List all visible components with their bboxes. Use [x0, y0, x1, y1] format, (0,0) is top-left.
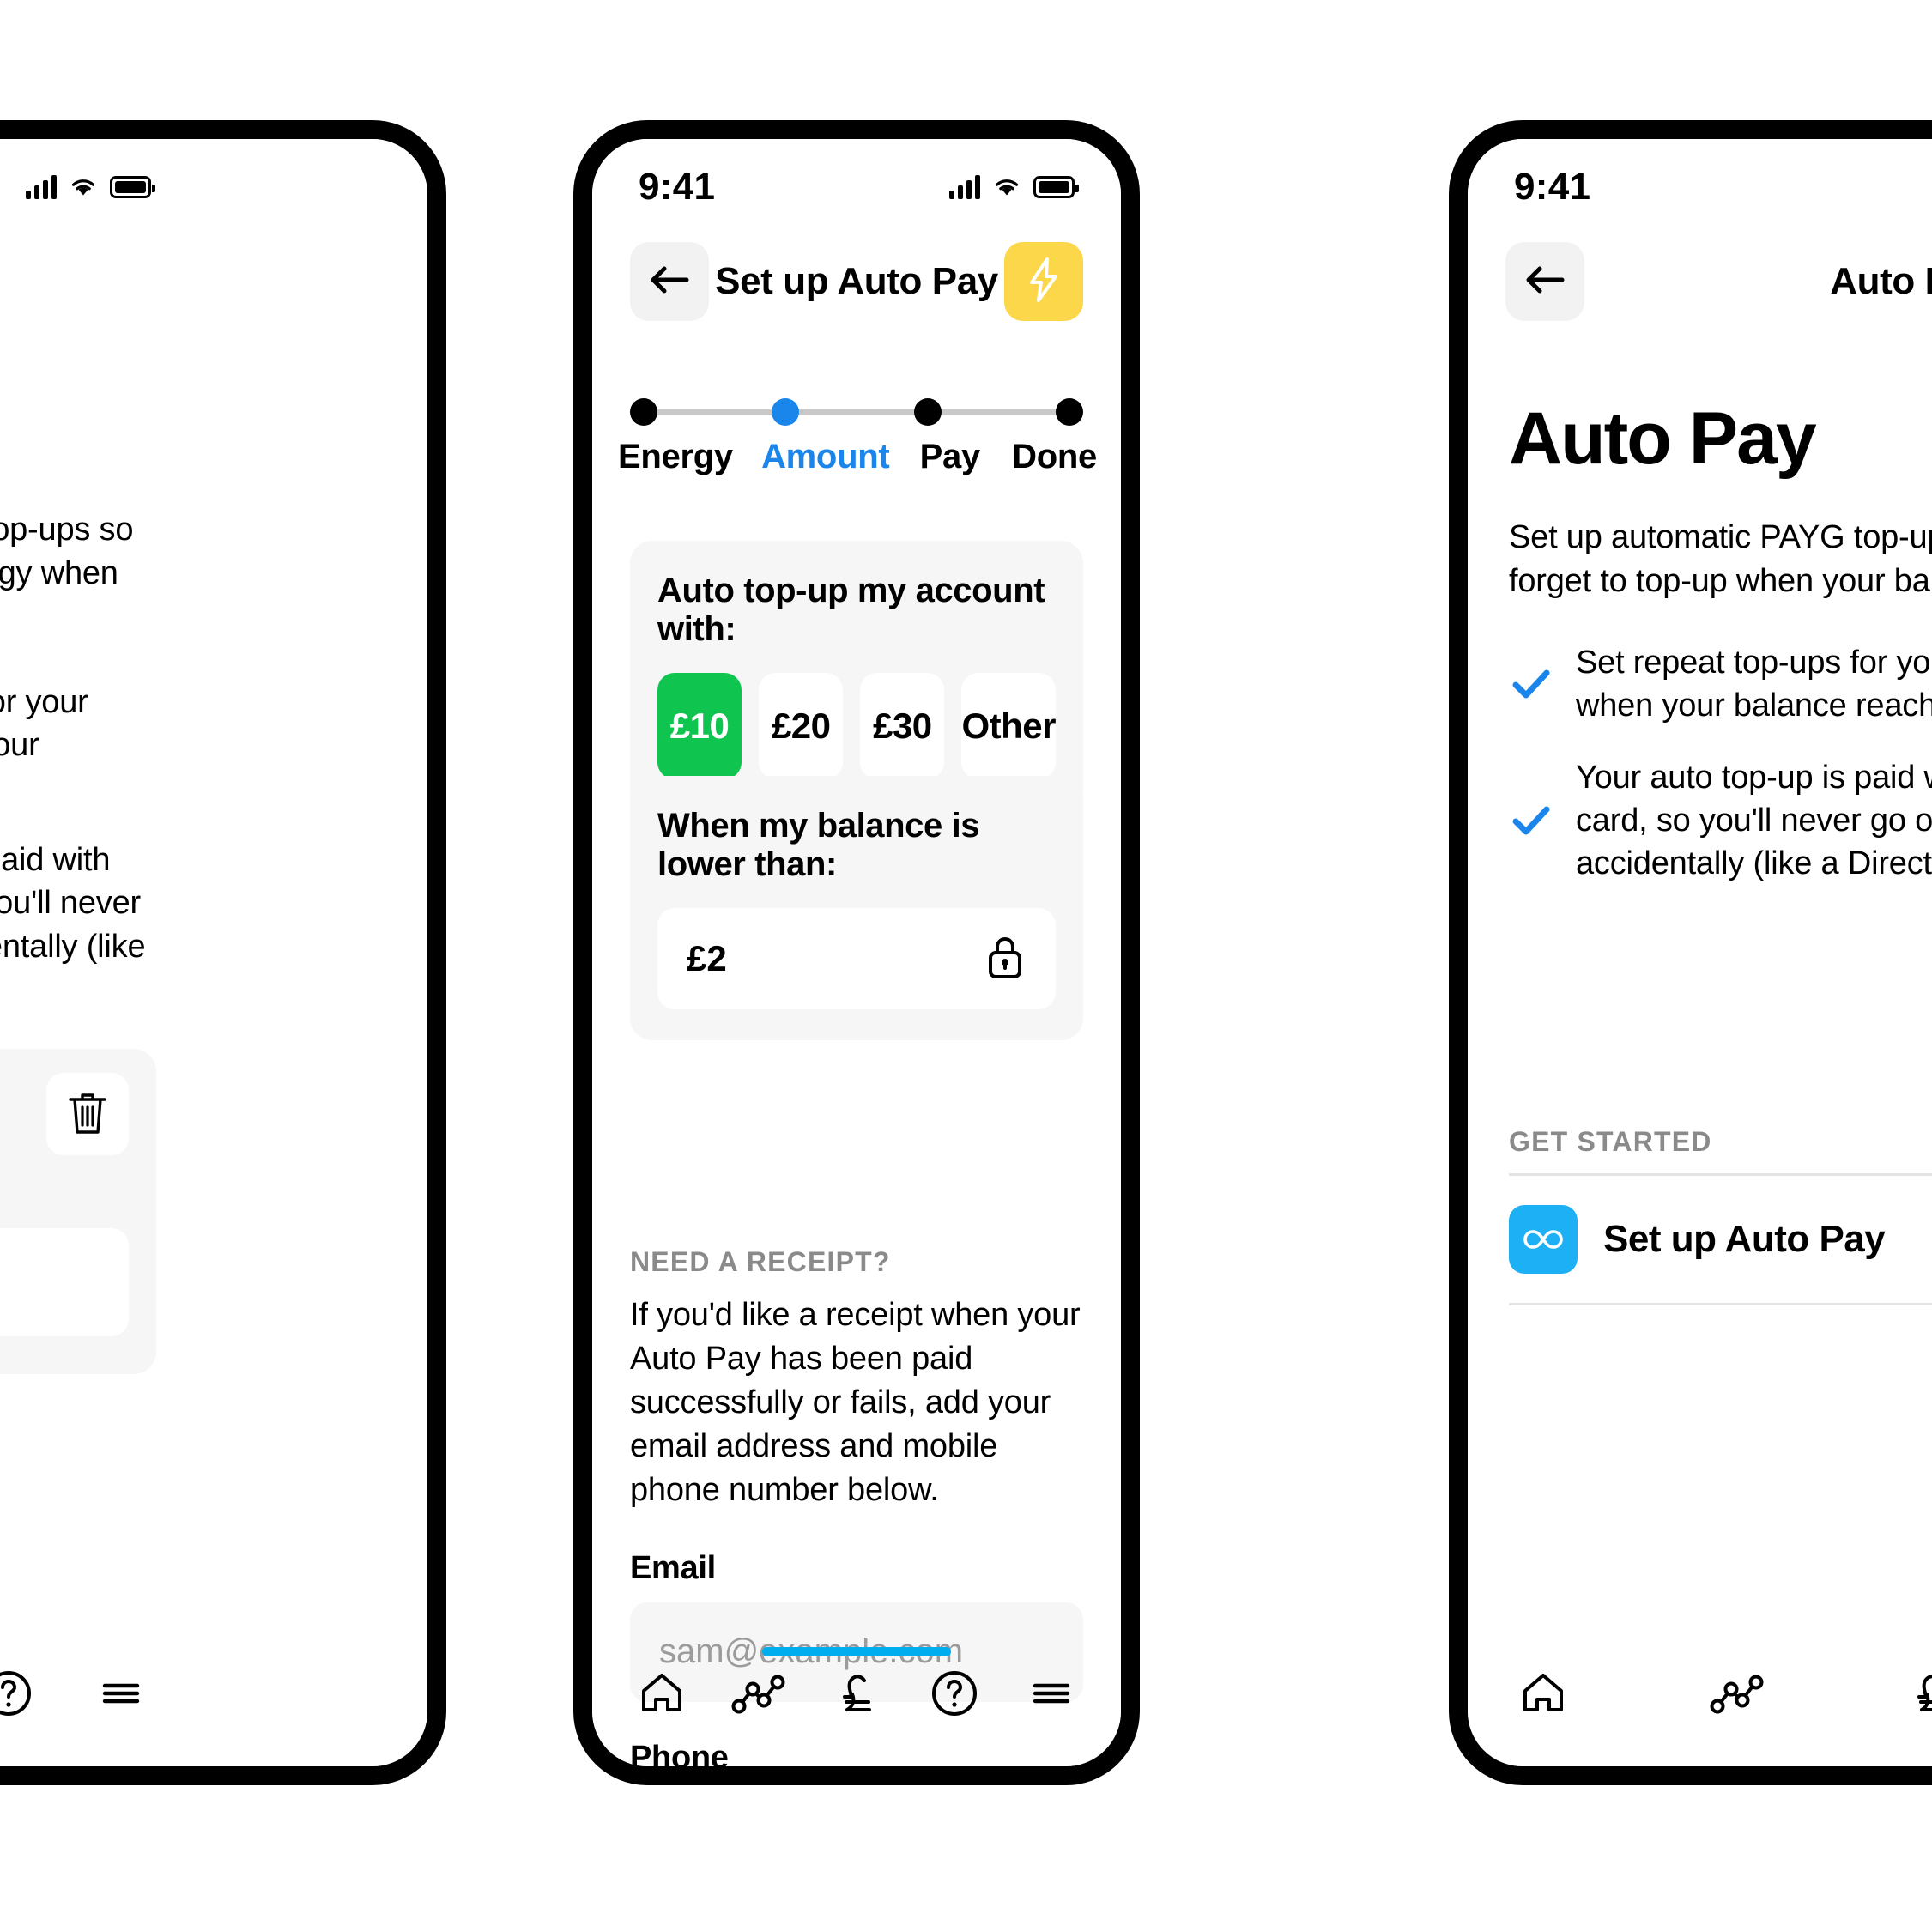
boost-button[interactable]	[1004, 242, 1083, 321]
phone-left: Auto Pay Set up automatic PAYG top-ups s…	[0, 120, 446, 1785]
tab-usage[interactable]	[718, 1652, 800, 1735]
middle-page-title: Set up Auto Pay	[715, 260, 998, 302]
check-icon	[1509, 798, 1553, 843]
left-status-icons	[26, 175, 155, 199]
receipt-eyebrow: NEED A RECEIPT?	[630, 1246, 891, 1277]
tab-help[interactable]	[0, 1652, 50, 1735]
check-icon	[1509, 662, 1553, 706]
screenshot-stage: Auto Pay Set up automatic PAYG top-ups s…	[0, 0, 1932, 1932]
stepper-dot-amount[interactable]	[772, 398, 800, 426]
tab-payments[interactable]	[815, 1652, 898, 1735]
back-button[interactable]	[1505, 242, 1584, 321]
left-status-bar	[0, 161, 197, 213]
balance-threshold-field[interactable]: £2	[657, 908, 1056, 1009]
left-bullet-2-text: Your auto top-up is paid with your bank …	[0, 842, 146, 965]
left-intro-paragraph: Set up automatic PAYG top-ups so you nev…	[0, 512, 134, 591]
stepper-dot-done[interactable]	[1055, 398, 1083, 426]
tab-menu[interactable]	[80, 1652, 162, 1735]
list-divider-bottom	[1509, 1303, 1932, 1305]
tab-help[interactable]	[913, 1652, 996, 1735]
middle-status-bar: 9:41	[592, 161, 1121, 213]
phone-right: 9:41 Auto Pay	[1449, 120, 1932, 1785]
topup-amount-card: Auto top-up my account with: £10 £20 £30…	[630, 541, 1083, 810]
stepper-label-energy: Energy	[618, 438, 733, 475]
amount-options: £10 £20 £30 Other	[657, 673, 1056, 779]
left-page-title: Auto Pay	[0, 260, 160, 303]
middle-tab-bar	[592, 1620, 1121, 1766]
right-bullet-2-text: Your auto top-up is paid with your bank …	[1576, 760, 1932, 882]
cellular-signal-icon	[949, 175, 980, 199]
right-bullet-2: Your auto top-up is paid with your bank …	[1509, 756, 1932, 885]
middle-progress-stepper: Energy Amount Pay Done	[618, 397, 1097, 476]
tab-menu[interactable]	[1010, 1652, 1093, 1735]
right-header: Auto Pay	[1468, 230, 1932, 333]
topup-amount-title: Auto top-up my account with:	[657, 572, 1045, 648]
get-started-section: GET STARTED Set up Auto Pay	[1468, 1126, 1932, 1305]
tab-home[interactable]	[1502, 1652, 1584, 1735]
stepper-track	[630, 397, 1083, 427]
amount-option-30[interactable]: £30	[860, 673, 945, 779]
get-started-eyebrow: GET STARTED	[1509, 1126, 1712, 1157]
middle-status-icons	[949, 175, 1079, 199]
stepper-label-pay: Pay	[919, 438, 981, 475]
receipt-body: If you'd like a receipt when your Auto P…	[630, 1297, 1081, 1508]
email-label: Email	[630, 1549, 716, 1586]
right-screen: 9:41 Auto Pay	[1468, 139, 1932, 1766]
left-tab-bar	[0, 1620, 197, 1766]
stepper-label-amount: Amount	[761, 438, 890, 475]
right-tab-bar	[1468, 1620, 1932, 1766]
tab-home[interactable]	[621, 1652, 703, 1735]
left-header: Auto Pay	[0, 230, 197, 333]
tab-usage[interactable]	[1696, 1652, 1778, 1735]
middle-header: Set up Auto Pay	[592, 230, 1121, 333]
amount-option-other[interactable]: Other	[961, 673, 1056, 779]
middle-status-time: 9:41	[639, 166, 716, 208]
lock-icon	[984, 932, 1027, 986]
right-bullet-1: Set repeat top-ups for your PAYG meter w…	[1509, 641, 1932, 727]
middle-screen: 9:41 Set up Auto Pay Energy Amount Pay D…	[592, 139, 1121, 1766]
infinity-icon	[1509, 1205, 1578, 1274]
left-credit-limit-label: Credit limit	[0, 1166, 129, 1204]
setup-auto-pay-label: Set up Auto Pay	[1603, 1218, 1886, 1260]
right-status-time: 9:41	[1514, 166, 1591, 208]
delete-button[interactable]	[46, 1073, 129, 1155]
amount-option-10[interactable]: £10	[657, 673, 742, 779]
tab-payments[interactable]	[1890, 1652, 1932, 1735]
setup-auto-pay-row[interactable]: Set up Auto Pay	[1509, 1176, 1932, 1303]
left-credit-limit-value[interactable]: £2.00	[0, 1228, 129, 1336]
stepper-dots	[630, 398, 1083, 426]
balance-threshold-title: When my balance is lower than:	[657, 807, 980, 883]
balance-threshold-value: £2	[687, 938, 727, 978]
left-bullet-2: Your auto top-up is paid with your bank …	[0, 839, 156, 1011]
stepper-labels: Energy Amount Pay Done	[618, 438, 1097, 476]
cellular-signal-icon	[26, 175, 57, 199]
left-credit-limit-card: Credit limit £2.00	[0, 1049, 156, 1374]
wifi-icon	[69, 176, 98, 198]
balance-threshold-card: When my balance is lower than: £2	[630, 776, 1083, 1040]
right-status-bar: 9:41	[1468, 161, 1932, 213]
back-button[interactable]	[630, 242, 709, 321]
right-bullet-1-text: Set repeat top-ups for your PAYG meter w…	[1576, 644, 1932, 724]
stepper-dot-energy[interactable]	[630, 398, 657, 426]
left-bullet-1: Set repeat top-ups for your PAYG meter w…	[0, 681, 156, 809]
phone-middle: 9:41 Set up Auto Pay Energy Amount Pay D…	[573, 120, 1140, 1785]
right-title: Auto Pay	[1509, 397, 1817, 480]
stepper-dot-pay[interactable]	[913, 398, 942, 426]
battery-icon	[1033, 176, 1079, 198]
trash-icon	[65, 1088, 110, 1141]
lightning-bolt-icon	[1025, 256, 1063, 308]
wifi-icon	[992, 176, 1021, 198]
battery-icon	[110, 176, 155, 198]
amount-option-20[interactable]: £20	[759, 673, 844, 779]
left-bullet-1-text: Set repeat top-ups for your PAYG meter w…	[0, 683, 88, 763]
arrow-left-icon	[647, 263, 692, 301]
arrow-left-icon	[1523, 263, 1567, 301]
right-intro: Set up automatic PAYG top-ups so you nev…	[1509, 519, 1932, 599]
stepper-label-done: Done	[1012, 438, 1097, 475]
left-screen: Auto Pay Set up automatic PAYG top-ups s…	[0, 139, 427, 1766]
right-page-title: Auto Pay	[1830, 260, 1932, 302]
